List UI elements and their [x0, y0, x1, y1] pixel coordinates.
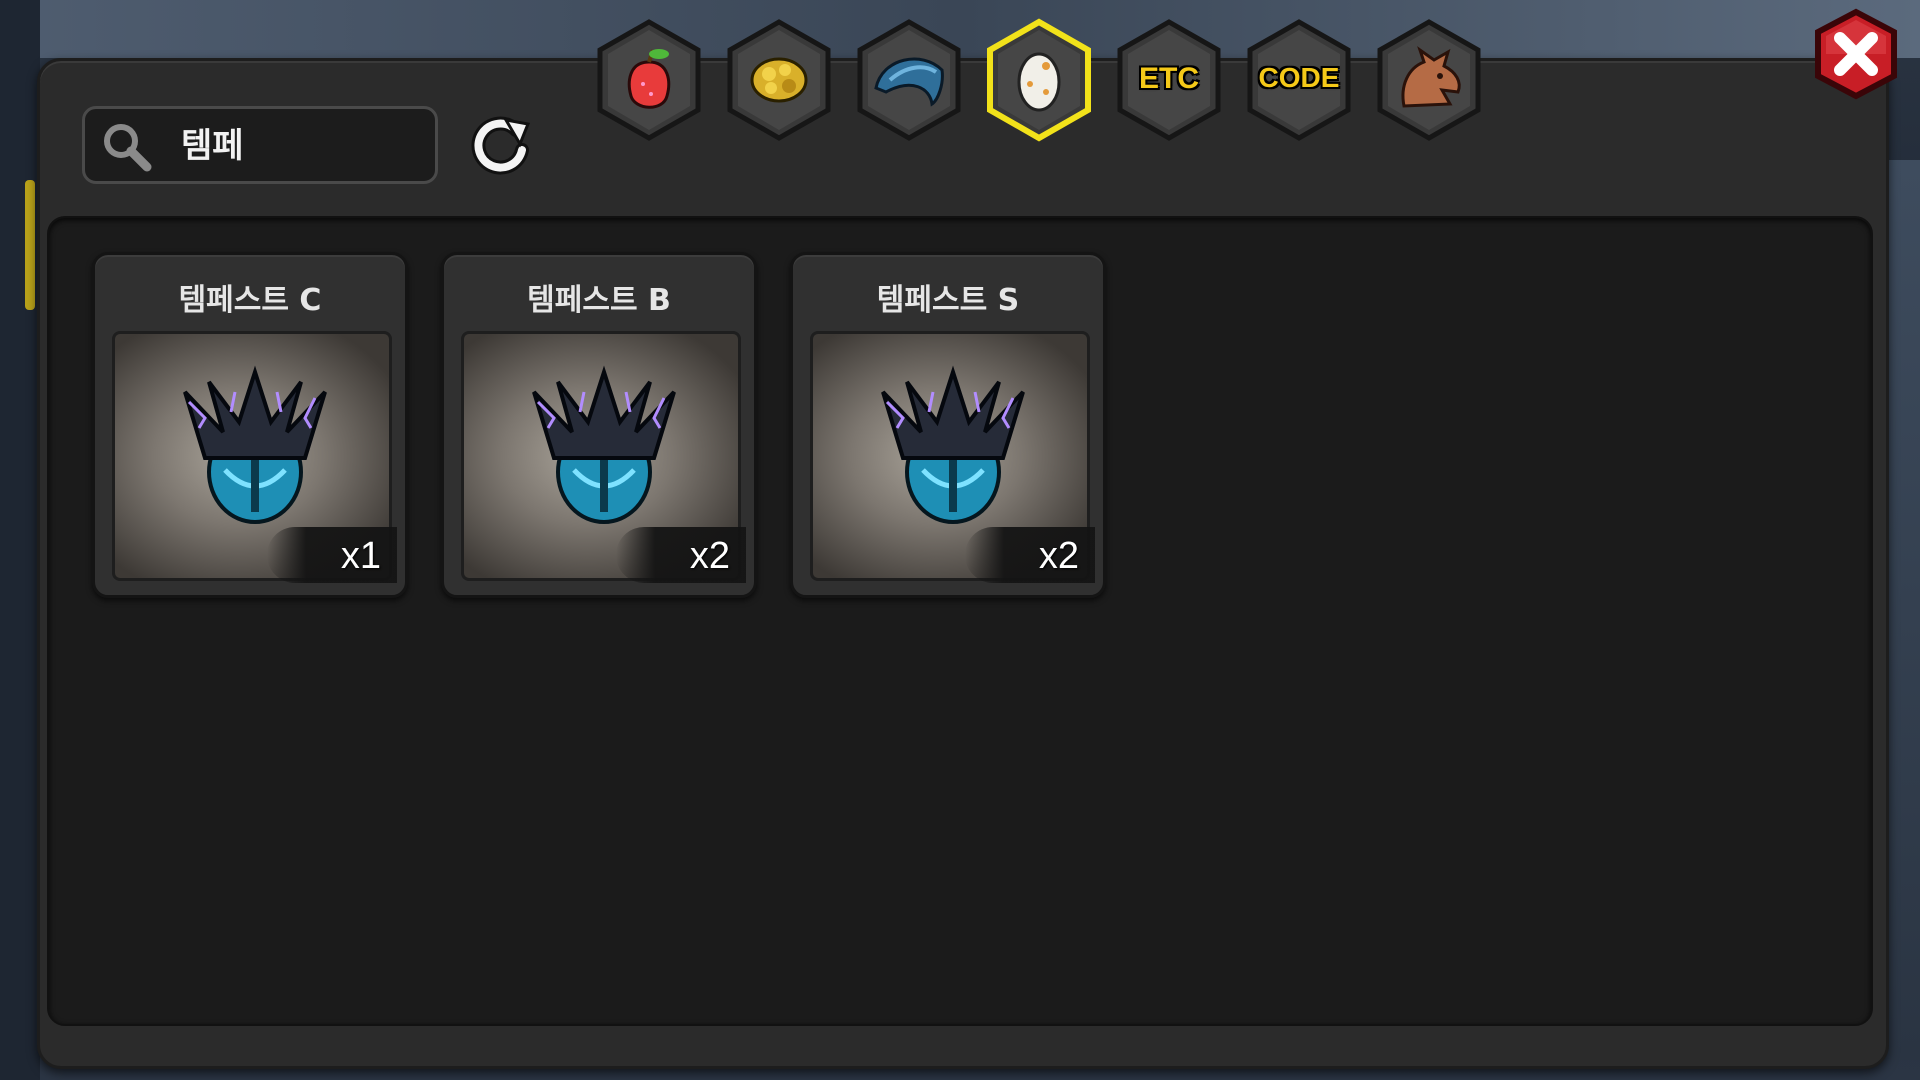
item-name: 템페스트 S: [876, 283, 1020, 318]
gold-ore-icon: [750, 57, 808, 103]
tab-egg[interactable]: [984, 18, 1094, 142]
blue-horn-icon: [874, 57, 944, 107]
background-accent: [25, 180, 35, 310]
fruit-icon: [627, 49, 671, 109]
tab-etc-label: ETC: [1139, 62, 1199, 95]
search-icon: [104, 124, 152, 172]
egg-icon: [1017, 52, 1061, 112]
tab-dragon[interactable]: [1374, 18, 1484, 142]
item-card-tempest-c[interactable]: 템페스트 C x1: [92, 252, 408, 598]
tab-material[interactable]: [724, 18, 834, 142]
tab-code-label: CODE: [1258, 62, 1340, 93]
tempest-egg-icon: [183, 365, 327, 524]
item-card-tempest-b[interactable]: 템페스트 B x2: [441, 252, 757, 598]
item-quantity-badge: x1: [267, 527, 397, 583]
refresh-icon[interactable]: [468, 114, 532, 178]
tab-etc[interactable]: ETC: [1114, 18, 1224, 142]
search-value: 템페: [181, 126, 244, 166]
item-quantity: x2: [1038, 535, 1079, 577]
tab-accessory[interactable]: [854, 18, 964, 142]
item-card-tempest-s[interactable]: 템페스트 S x2: [790, 252, 1106, 598]
close-button[interactable]: [1810, 8, 1902, 100]
tab-fruit[interactable]: [594, 18, 704, 142]
item-quantity: x2: [689, 535, 730, 577]
search-input[interactable]: 템페: [82, 106, 438, 184]
dragon-icon: [1401, 46, 1461, 108]
tab-code[interactable]: CODE: [1244, 18, 1354, 142]
item-quantity-badge: x2: [965, 527, 1095, 583]
tempest-egg-icon: [881, 365, 1025, 524]
item-quantity-badge: x2: [616, 527, 746, 583]
item-quantity: x1: [340, 535, 381, 577]
item-name: 템페스트 B: [527, 283, 671, 318]
item-name: 템페스트 C: [178, 283, 322, 318]
tempest-egg-icon: [532, 365, 676, 524]
background-left: [0, 0, 40, 1080]
